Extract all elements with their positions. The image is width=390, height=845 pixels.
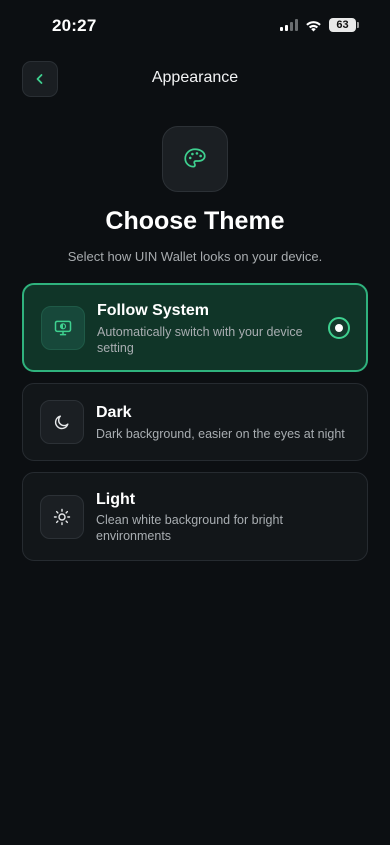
option-icon-tile [41, 306, 85, 350]
sun-icon [53, 508, 71, 526]
monitor-icon [54, 320, 72, 336]
moon-icon [54, 415, 69, 430]
status-icons: 63 [280, 18, 359, 32]
option-description: Dark background, easier on the eyes at n… [96, 427, 345, 441]
choose-theme-subtitle: Select how UIN Wallet looks on your devi… [67, 249, 323, 264]
status-time: 20:27 [52, 16, 97, 35]
hero-icon-tile [162, 126, 228, 192]
palette-icon [184, 148, 206, 168]
appearance-screen: 20:27 63 Appearance Choose Theme Select … [0, 0, 390, 845]
option-title: Light [96, 491, 136, 508]
battery-indicator: 63 [329, 18, 359, 32]
choose-theme-heading: Choose Theme [105, 207, 285, 235]
theme-option-follow-system[interactable]: Follow System Automatically switch with … [22, 283, 368, 372]
page-title: Appearance [151, 69, 239, 86]
option-icon-tile [40, 400, 84, 444]
wifi-icon [305, 19, 322, 32]
status-bar: 20:27 63 [0, 0, 390, 54]
option-description: Automatically switch with your device se… [97, 325, 303, 355]
option-title: Follow System [97, 302, 210, 319]
cellular-signal-icon [280, 19, 298, 31]
theme-option-dark[interactable]: Dark Dark background, easier on the eyes… [22, 383, 368, 461]
option-icon-tile [40, 495, 84, 539]
radio-dot [335, 324, 343, 332]
selected-radio[interactable] [328, 317, 350, 339]
option-title: Dark [96, 404, 132, 421]
option-description: Clean white background for bright enviro… [96, 513, 283, 543]
theme-option-light[interactable]: Light Clean white background for bright … [22, 472, 368, 561]
